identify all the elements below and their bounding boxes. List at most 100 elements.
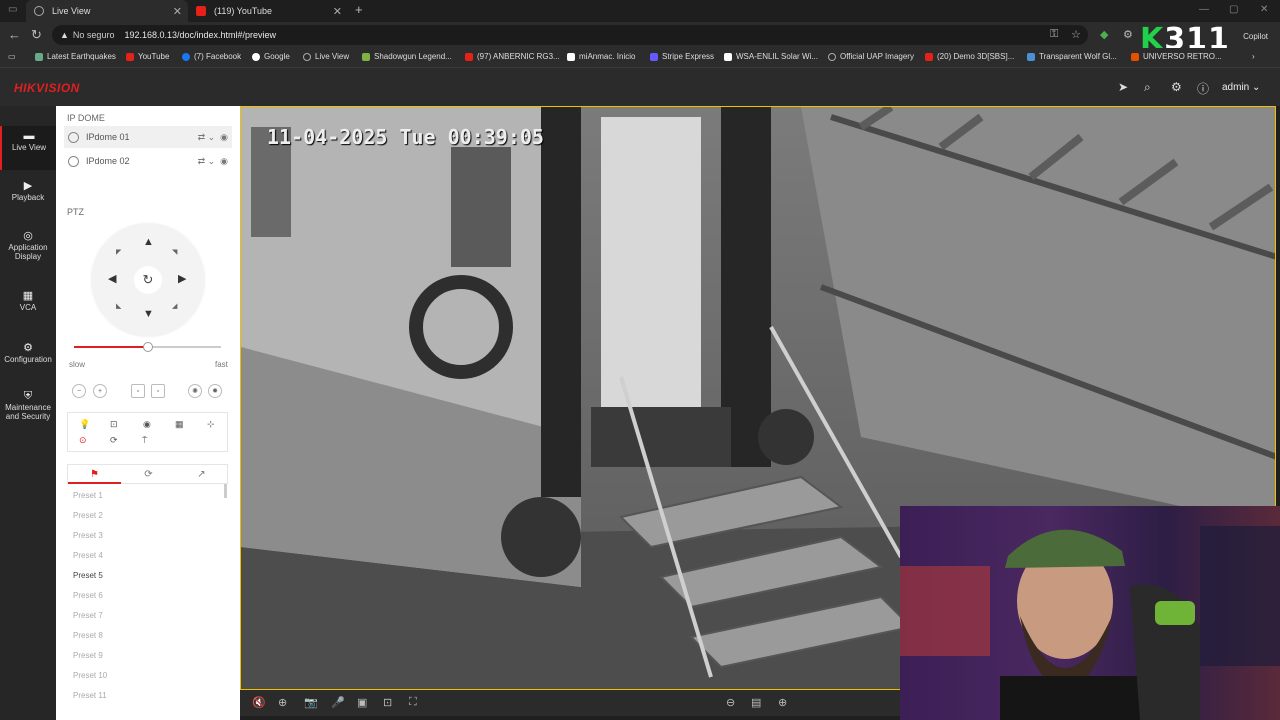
ptz-down-right-icon[interactable]: ◢ — [172, 302, 177, 310]
tab-presets[interactable]: ⚑ — [68, 465, 121, 484]
nav-live-view[interactable]: ▬ Live View — [0, 126, 56, 170]
focus-far-icon[interactable]: ▫ — [151, 384, 165, 398]
ptz-down-icon[interactable]: ▼ — [143, 308, 154, 320]
new-tab-button[interactable]: + — [355, 2, 363, 17]
tab-patrol[interactable]: ⟳ — [122, 465, 175, 484]
search-icon[interactable]: ⌕ — [1144, 80, 1151, 95]
preset-scrollbar[interactable] — [224, 484, 227, 498]
zoom-out-icon[interactable]: − — [72, 384, 86, 398]
ptz-auto-icon[interactable]: ↻ — [134, 266, 162, 294]
preset-item[interactable]: Preset 7 — [73, 611, 103, 620]
bookmark-item[interactable]: UNIVERSO RETRO... — [1131, 52, 1222, 61]
chevron-right-icon[interactable]: › — [1252, 52, 1255, 61]
preset-item[interactable]: Preset 10 — [73, 671, 107, 680]
minimize-icon[interactable]: — — [1199, 4, 1209, 15]
preset-item[interactable]: Preset 6 — [73, 591, 103, 600]
ptz-up-right-icon[interactable]: ◥ — [172, 248, 177, 256]
record-icon[interactable]: ⊡ — [383, 696, 392, 709]
preset-item[interactable]: Preset 2 — [73, 511, 103, 520]
stop-all-icon[interactable]: ▤ — [751, 696, 761, 709]
preset-item[interactable]: Preset 8 — [73, 631, 103, 640]
light-icon[interactable]: 💡 — [79, 419, 90, 430]
manual-track-icon[interactable]: ⊙ — [79, 435, 87, 446]
preset-item[interactable]: Preset 5 — [73, 571, 103, 580]
tab-youtube[interactable]: (119) YouTube ✕ — [188, 0, 348, 22]
park-icon[interactable]: ⍑ — [142, 435, 147, 446]
apps-icon[interactable]: ▭ — [8, 52, 16, 61]
camera-item[interactable]: IPdome 02 ⇄ ⌄ ◉ — [64, 150, 232, 172]
speed-knob[interactable] — [142, 342, 153, 352]
bookmark-item[interactable]: Official UAP Imagery — [828, 52, 914, 61]
auto-focus-icon[interactable]: ◉ — [143, 419, 151, 430]
ptz-right-icon[interactable]: ▶ — [178, 272, 186, 285]
maximize-icon[interactable]: ▢ — [1229, 4, 1238, 15]
bookmark-item[interactable]: (7) Facebook — [182, 52, 241, 61]
bookmark-item[interactable]: Shadowgun Legend... — [362, 52, 452, 61]
back-icon[interactable]: ← — [8, 27, 21, 42]
preset-item[interactable]: Preset 9 — [73, 651, 103, 660]
ptz-up-left-icon[interactable]: ◤ — [116, 248, 121, 256]
bookmark-item[interactable]: WSA-ENLIL Solar Wi... — [724, 52, 818, 61]
wiper-icon[interactable]: ⊡ — [110, 419, 118, 430]
bookmark-item[interactable]: miAnmac. Inicio — [567, 52, 635, 61]
tab-pattern[interactable]: ↗ — [175, 465, 228, 484]
copilot-button[interactable]: Copilot — [1243, 32, 1268, 41]
preset-item[interactable]: Preset 4 — [73, 551, 103, 560]
camera-actions[interactable]: ⇄ ⌄ ◉ — [198, 132, 228, 143]
ptz-direction-pad[interactable]: ▲ ▼ ◀ ▶ ◤ ◥ ◣ ◢ ↻ — [92, 224, 204, 336]
send-icon[interactable]: ➤ — [1118, 80, 1128, 94]
ptz-down-left-icon[interactable]: ◣ — [116, 302, 121, 310]
tab-live-view[interactable]: Live View ✕ — [26, 0, 188, 22]
ptz-left-icon[interactable]: ◀ — [108, 272, 116, 285]
ptz-up-icon[interactable]: ▲ — [143, 236, 154, 248]
bookmark-item[interactable]: Stripe Express — [650, 52, 714, 61]
close-window-icon[interactable]: ✕ — [1260, 4, 1268, 15]
close-icon[interactable]: ✕ — [173, 5, 182, 18]
settings-icon[interactable]: ⚙ — [1171, 80, 1182, 94]
user-menu[interactable]: admin ⌄ — [1222, 82, 1260, 93]
close-icon[interactable]: ✕ — [333, 5, 342, 18]
fullscreen-icon[interactable]: ⛶ — [409, 696, 417, 709]
url-bar[interactable]: ▲ No seguro 192.168.0.13/doc/index.html#… — [52, 25, 1088, 45]
camera-item[interactable]: IPdome 01 ⇄ ⌄ ◉ — [64, 126, 232, 148]
zoom-in-icon[interactable]: + — [93, 384, 107, 398]
bottom-strip — [240, 716, 900, 720]
next-icon[interactable]: ⊕ — [778, 696, 787, 709]
track-icon[interactable]: ⊹ — [207, 419, 215, 430]
microphone-icon[interactable]: 🎤 — [331, 696, 345, 709]
preset-item[interactable]: Preset 11 — [73, 691, 107, 700]
nav-vca[interactable]: ▦ VCA — [0, 291, 56, 313]
preset-item[interactable]: Preset 1 — [73, 491, 103, 500]
capture-icon[interactable]: 📷 — [304, 696, 318, 709]
bookmark-item[interactable]: (20) Demo 3D[SBS]... — [925, 52, 1014, 61]
iris-open-icon[interactable]: ✺ — [188, 384, 202, 398]
info-icon[interactable]: ⓘ — [1197, 80, 1209, 97]
star-icon[interactable]: ☆ — [1071, 28, 1081, 41]
tab-actions-icon[interactable]: ▭ — [8, 4, 17, 15]
preset-item[interactable]: Preset 3 — [73, 531, 103, 540]
key-icon[interactable]: ⚿ — [1050, 28, 1058, 41]
nav-maintenance-security[interactable]: ⛨ Maintenance and Security — [0, 391, 56, 422]
lens-init-icon[interactable]: ▦ — [175, 419, 184, 430]
audio-icon[interactable]: 🔇 — [252, 696, 266, 709]
bookmark-item[interactable]: Transparent Wolf Gl... — [1027, 52, 1117, 61]
bookmark-item[interactable]: YouTube — [126, 52, 169, 61]
previous-icon[interactable]: ⊖ — [726, 696, 735, 709]
ptz-speed-slider[interactable] — [74, 342, 221, 352]
bookmark-item[interactable]: Latest Earthquakes — [35, 52, 116, 61]
shield-ext-icon[interactable]: ◆ — [1100, 28, 1108, 41]
bookmark-item[interactable]: Google — [252, 52, 290, 61]
nav-configuration[interactable]: ⚙ Configuration — [0, 343, 56, 365]
iris-close-icon[interactable]: ✹ — [208, 384, 222, 398]
extensions-icon[interactable]: ⚙ — [1123, 28, 1133, 41]
reload-icon[interactable]: ↻ — [31, 27, 42, 43]
focus-near-icon[interactable]: ▫ — [131, 384, 145, 398]
digital-zoom-icon[interactable]: ⊕ — [278, 696, 287, 709]
bookmark-item[interactable]: (97) ANBERNIC RG3... — [465, 52, 560, 61]
picture-icon[interactable]: ▣ — [357, 696, 367, 709]
3d-position-icon[interactable]: ⟳ — [110, 435, 118, 446]
bookmark-item[interactable]: Live View — [303, 52, 349, 61]
camera-actions[interactable]: ⇄ ⌄ ◉ — [198, 156, 228, 167]
nav-application-display[interactable]: ◎ Application Display — [0, 231, 56, 262]
nav-playback[interactable]: ▶ Playback — [0, 181, 56, 203]
